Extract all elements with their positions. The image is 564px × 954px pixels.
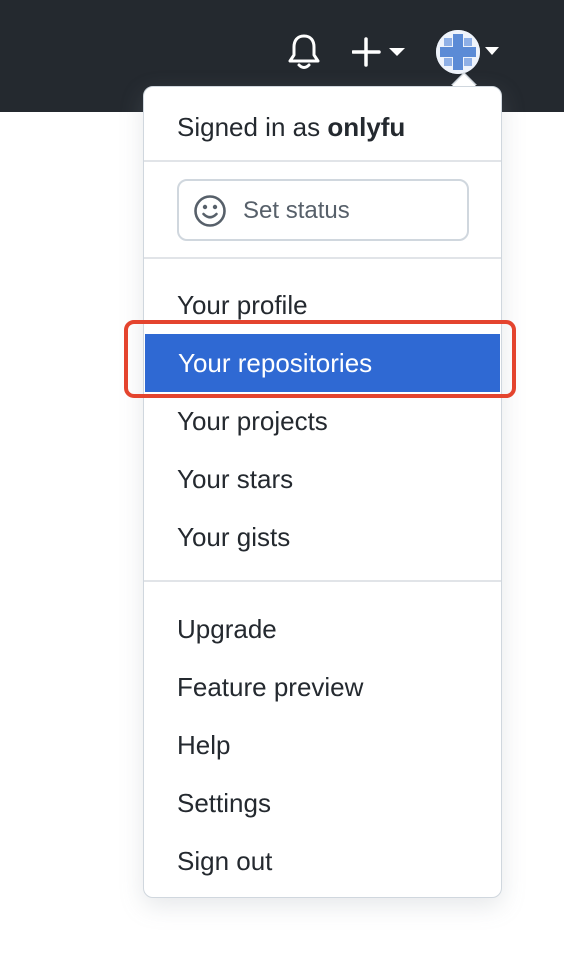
smiley-icon xyxy=(194,195,226,227)
menu-item-your-gists[interactable]: Your gists xyxy=(144,508,501,566)
user-menu-button[interactable] xyxy=(436,30,504,74)
set-status-button[interactable]: Set status xyxy=(177,179,469,241)
chevron-down-icon xyxy=(389,48,405,56)
signed-in-prefix: Signed in as xyxy=(177,112,328,142)
set-status-label: Set status xyxy=(243,197,350,224)
dropdown-pointer xyxy=(452,74,476,86)
avatar xyxy=(436,30,480,74)
divider xyxy=(144,257,501,259)
notifications-button[interactable] xyxy=(286,32,322,72)
signed-in-text: Signed in as onlyfu xyxy=(177,111,405,143)
username[interactable]: onlyfu xyxy=(327,112,405,142)
bell-icon xyxy=(288,34,320,69)
menu-item-your-projects[interactable]: Your projects xyxy=(144,392,501,450)
divider xyxy=(144,580,501,582)
menu-item-your-stars[interactable]: Your stars xyxy=(144,450,501,508)
menu-item-sign-out[interactable]: Sign out xyxy=(144,832,501,890)
menu-item-your-profile[interactable]: Your profile xyxy=(144,276,501,334)
menu-item-help[interactable]: Help xyxy=(144,716,501,774)
divider xyxy=(144,160,501,162)
menu-item-your-repositories[interactable]: Your repositories xyxy=(145,334,500,392)
plus-icon xyxy=(351,37,405,67)
menu-item-upgrade[interactable]: Upgrade xyxy=(144,600,501,658)
create-new-button[interactable] xyxy=(351,36,408,68)
menu-item-feature-preview[interactable]: Feature preview xyxy=(144,658,501,716)
user-dropdown-menu: Signed in as onlyfu Set status Your prof… xyxy=(143,86,502,898)
menu-item-settings[interactable]: Settings xyxy=(144,774,501,832)
chevron-down-icon xyxy=(485,47,499,55)
user-avatar-icon xyxy=(436,30,480,74)
